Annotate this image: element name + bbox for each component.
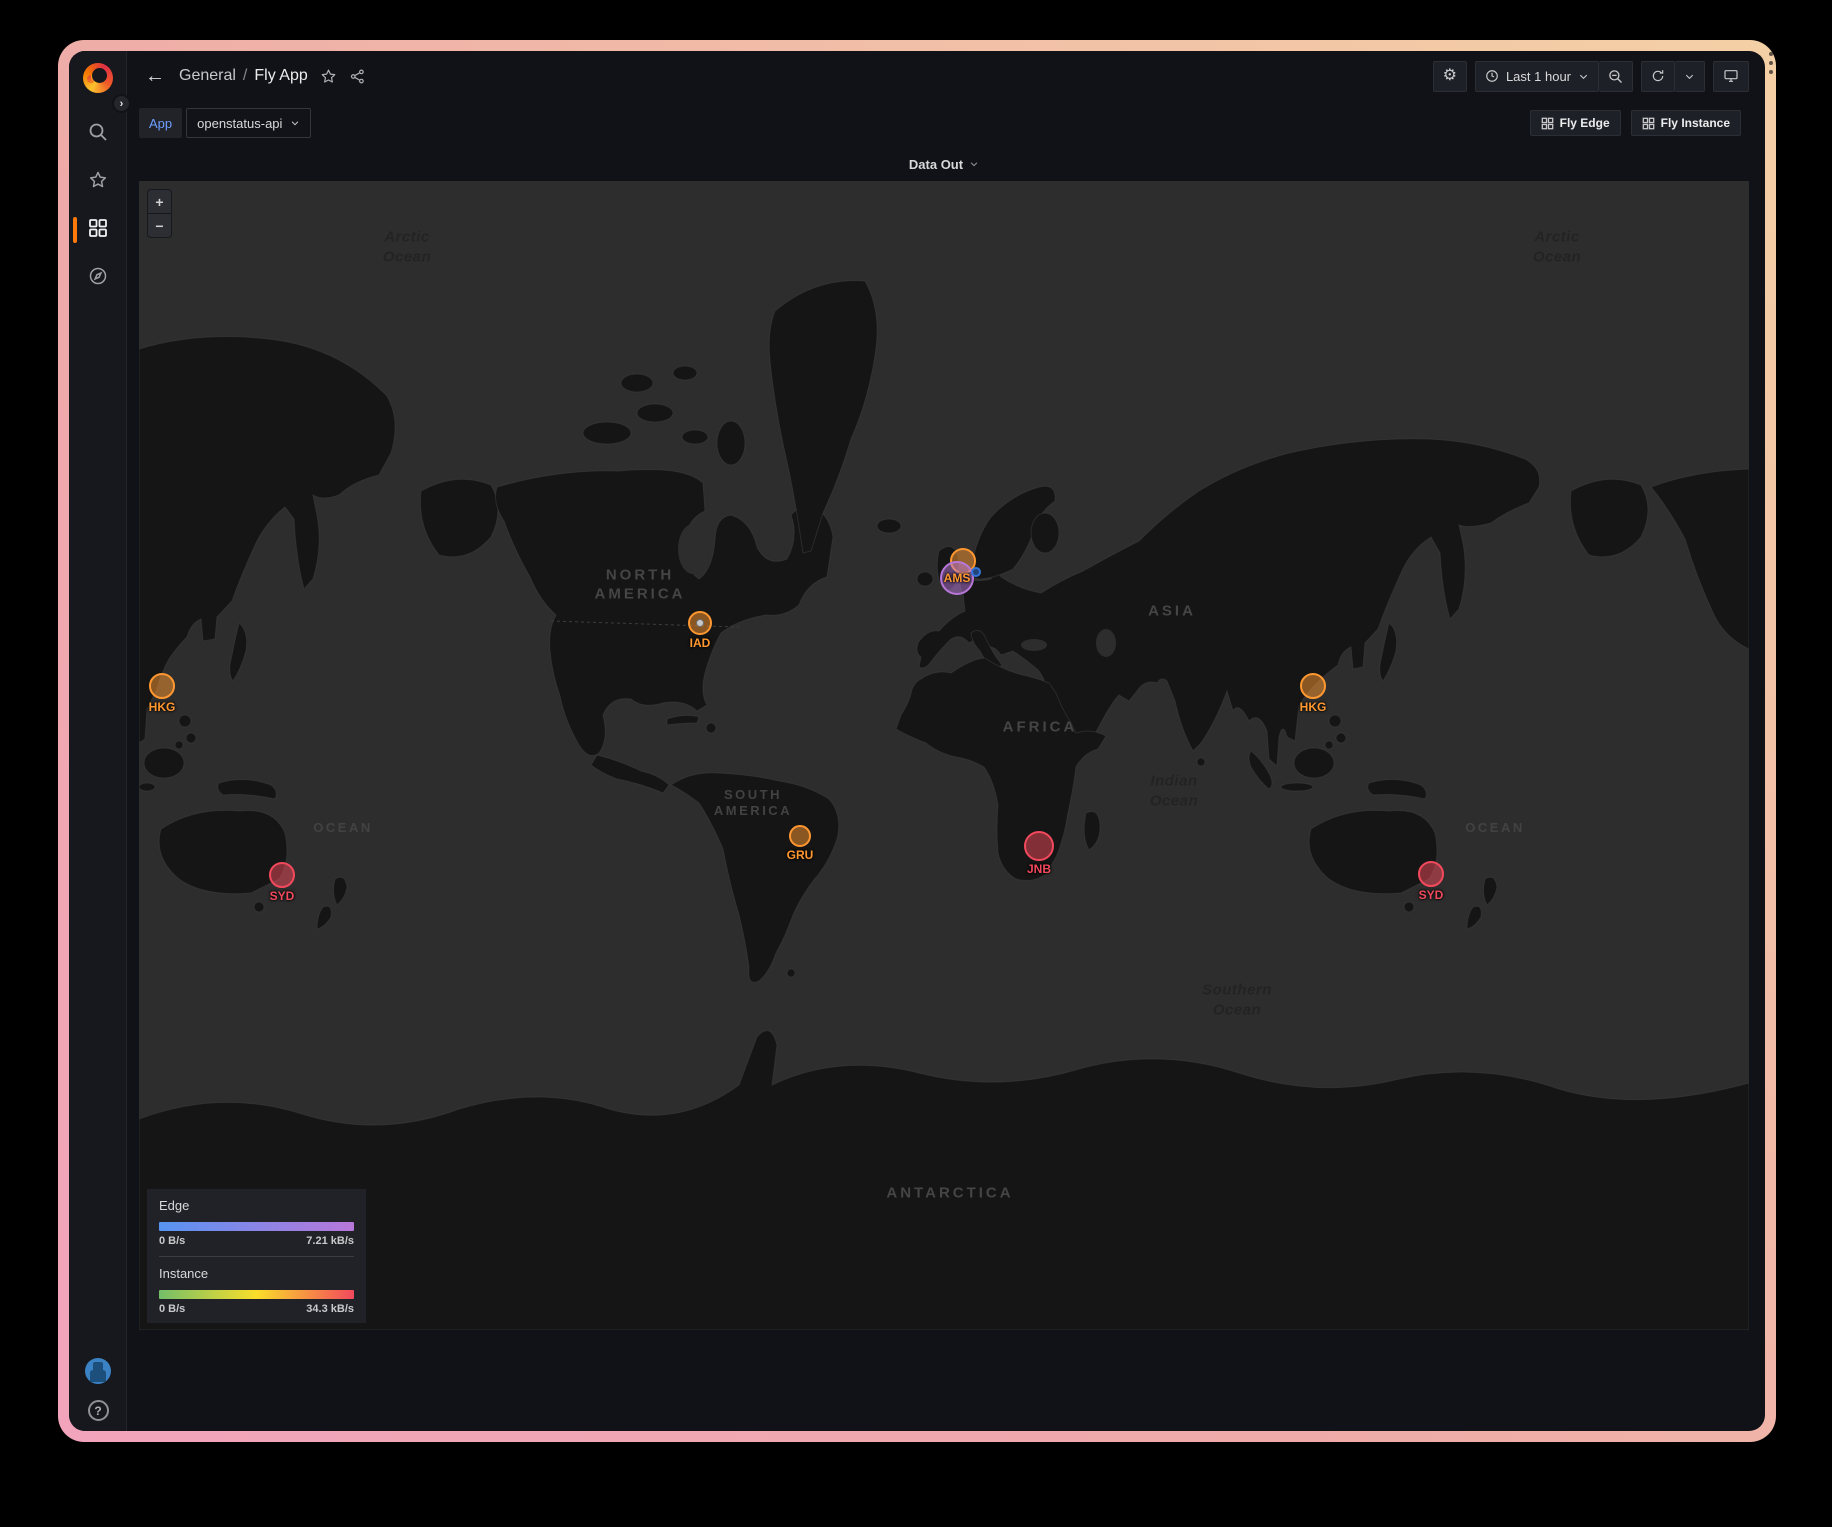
legend-section-edge: Edge 0 B/s 7.21 kB/s <box>159 1198 354 1247</box>
help-icon[interactable]: ? <box>88 1400 109 1421</box>
breadcrumb-folder[interactable]: General <box>179 67 236 85</box>
marker-center-dot <box>696 619 704 627</box>
chevron-down-icon <box>969 159 979 169</box>
sidebar-item-explore[interactable] <box>69 254 127 302</box>
sidebar: › <box>69 51 127 1431</box>
fly-instance-link[interactable]: Fly Instance <box>1631 110 1741 136</box>
edge-gradient-bar <box>159 1222 354 1231</box>
legend-min: 0 B/s <box>159 1303 185 1315</box>
chevron-down-icon <box>1578 71 1589 82</box>
map-marker[interactable] <box>971 567 981 577</box>
legend-max: 7.21 kB/s <box>306 1235 354 1247</box>
map-marker-hkg[interactable] <box>1300 673 1326 699</box>
time-picker-group: Last 1 hour <box>1475 61 1633 92</box>
main-content: ← General / Fly App ⚙ <box>127 51 1765 1431</box>
legend-max: 34.3 kB/s <box>306 1303 354 1315</box>
top-navbar: ← General / Fly App ⚙ <box>127 51 1765 101</box>
map-marker-jnb[interactable] <box>1024 831 1054 861</box>
magnifier-minus-icon <box>1608 69 1623 84</box>
variable-value: openstatus-api <box>197 116 282 131</box>
legend-title: Edge <box>159 1198 354 1213</box>
world-map-svg <box>139 181 1749 1330</box>
frame-dots-decoration <box>1769 52 1773 74</box>
panel-header[interactable]: Data Out <box>139 147 1749 181</box>
variable-label: App <box>139 108 182 138</box>
tv-mode-button[interactable] <box>1713 61 1749 92</box>
refresh-icon <box>1651 69 1665 83</box>
map-marker-hkg[interactable] <box>149 673 175 699</box>
clock-icon <box>1485 69 1499 83</box>
dashboards-icon <box>88 218 108 243</box>
window-frame: › <box>58 40 1776 1442</box>
zoom-in-button[interactable]: + <box>148 190 171 213</box>
gear-icon: ⚙ <box>1443 68 1457 84</box>
grid-icon <box>1541 117 1554 130</box>
legend-section-instance: Instance 0 B/s 34.3 kB/s <box>159 1256 354 1315</box>
zoom-out-button[interactable]: − <box>148 214 171 237</box>
time-range-label: Last 1 hour <box>1506 69 1571 84</box>
legend-min: 0 B/s <box>159 1235 185 1247</box>
breadcrumb: General / Fly App <box>179 67 308 85</box>
zoom-out-time-button[interactable] <box>1599 61 1633 92</box>
fly-edge-link[interactable]: Fly Edge <box>1530 110 1621 136</box>
map-marker-syd[interactable] <box>269 862 295 888</box>
geomap[interactable]: Arctic OceanArctic OceanNORTH AMERICAASI… <box>139 181 1749 1330</box>
sidebar-expand-button[interactable]: › <box>112 94 131 113</box>
time-range-picker[interactable]: Last 1 hour <box>1475 61 1599 92</box>
fly-edge-label: Fly Edge <box>1560 116 1610 130</box>
navbar-actions: ⚙ Last 1 hour <box>1433 61 1749 92</box>
dashboard-links: Fly Edge Fly Instance <box>1530 110 1741 136</box>
sidebar-item-starred[interactable] <box>69 158 127 206</box>
panel-title: Data Out <box>909 157 963 172</box>
chevron-down-icon <box>1684 71 1695 82</box>
sidebar-item-search[interactable] <box>69 110 127 158</box>
refresh-button[interactable] <box>1641 61 1675 92</box>
screenshot-canvas: › <box>0 0 1832 1527</box>
monitor-icon <box>1723 68 1739 84</box>
breadcrumb-separator: / <box>243 67 247 85</box>
variable-value-dropdown[interactable]: openstatus-api <box>186 108 311 138</box>
map-marker-iad[interactable] <box>688 611 712 635</box>
sidebar-item-dashboards[interactable] <box>69 206 127 254</box>
map-marker-gru[interactable] <box>789 825 811 847</box>
search-icon <box>88 122 108 147</box>
share-icon[interactable] <box>349 68 366 85</box>
map-legend: Edge 0 B/s 7.21 kB/s Instance 0 B/s 34.3… <box>147 1189 366 1323</box>
map-marker-syd[interactable] <box>1418 861 1444 887</box>
refresh-interval-dropdown[interactable] <box>1675 61 1705 92</box>
chevron-down-icon <box>290 118 300 128</box>
map-zoom-control: + − <box>147 189 172 238</box>
fly-instance-label: Fly Instance <box>1661 116 1730 130</box>
favorite-star-icon[interactable] <box>320 68 337 85</box>
refresh-group <box>1641 61 1705 92</box>
submenu-bar: App openstatus-api Fly Edge <box>127 101 1765 145</box>
grafana-app: › <box>69 51 1765 1431</box>
page-title: Fly App <box>254 67 307 85</box>
instance-gradient-bar <box>159 1290 354 1299</box>
dashboard-settings-button[interactable]: ⚙ <box>1433 61 1467 92</box>
sidebar-nav <box>69 110 127 302</box>
sidebar-bottom: ? <box>69 1358 127 1421</box>
grid-icon <box>1642 117 1655 130</box>
map-marker-ams[interactable] <box>940 561 974 595</box>
back-arrow-icon[interactable]: ← <box>145 66 165 86</box>
legend-title: Instance <box>159 1266 354 1281</box>
user-avatar[interactable] <box>85 1358 111 1384</box>
grafana-logo[interactable] <box>83 63 113 93</box>
compass-icon <box>88 266 108 291</box>
star-icon <box>88 170 108 195</box>
